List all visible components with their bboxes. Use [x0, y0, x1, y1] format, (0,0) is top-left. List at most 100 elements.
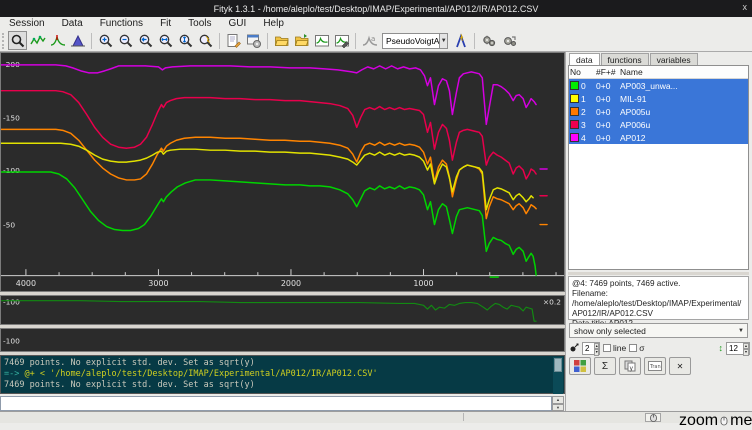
- drag-peak-mode-button[interactable]: [68, 31, 87, 50]
- point-size-spinner[interactable]: ▲▼: [582, 342, 600, 355]
- function-type-dropdown[interactable]: PseudoVoigtA ▼: [382, 33, 448, 49]
- transform-button[interactable]: Tran: [644, 357, 666, 375]
- main-plot[interactable]: 4000300020001000-200-150-100-50: [0, 52, 565, 292]
- output-command: @+ < '/home/aleplo/test/Desktop/IMAP/Exp…: [24, 369, 377, 379]
- zoom-out-button[interactable]: [116, 31, 135, 50]
- chevron-down-icon: ▼: [738, 328, 744, 334]
- table-row[interactable]: 4 0+0 AP012: [569, 131, 748, 144]
- shift-value[interactable]: [727, 343, 743, 354]
- transform-icon: Tran: [648, 361, 662, 371]
- lambda-peak-icon: [453, 33, 469, 49]
- mouse-settings-button[interactable]: [645, 413, 661, 422]
- output-scrollbar[interactable]: [553, 357, 563, 394]
- info-points: @4: 7469 points, 7469 active.: [572, 279, 745, 289]
- run-script-folder-icon: [294, 33, 310, 49]
- output-line: 7469 points. No explicit std. dev. Set a…: [4, 380, 552, 391]
- zoom-in-icon: [98, 33, 114, 49]
- dataset-color-swatch: [570, 133, 579, 142]
- toolbar-grip: [2, 33, 5, 49]
- edit-plot-button[interactable]: [332, 31, 351, 50]
- svg-text:-150: -150: [3, 113, 20, 122]
- menu-data[interactable]: Data: [62, 18, 83, 29]
- point-size-value[interactable]: [583, 343, 594, 354]
- menu-functions[interactable]: Functions: [100, 18, 143, 29]
- zoom-horizontal-button[interactable]: [156, 31, 175, 50]
- point-size-icon: [569, 343, 579, 353]
- mouse-icon: [720, 416, 728, 426]
- copy-data-button[interactable]: y: [619, 357, 641, 375]
- dataset-color-swatch: [570, 107, 579, 116]
- command-history-spinner[interactable]: ▲▼: [552, 396, 564, 411]
- sidebar-splitter[interactable]: [568, 272, 749, 275]
- open-folder-icon: [274, 33, 290, 49]
- aux-plot-1[interactable]: -100×0.2: [0, 295, 565, 325]
- zoom-all-button[interactable]: [196, 31, 215, 50]
- fit-run-button[interactable]: [479, 31, 498, 50]
- gears-settings-icon: [501, 33, 517, 49]
- menu-tools[interactable]: Tools: [188, 18, 211, 29]
- checkbox-icon[interactable]: [629, 344, 637, 352]
- zoom-out-icon: [118, 33, 134, 49]
- table-row[interactable]: 3 0+0 AP006u: [569, 118, 748, 131]
- save-image-button[interactable]: [312, 31, 331, 50]
- plot-image-icon: [314, 33, 330, 49]
- fit-settings-button[interactable]: [499, 31, 518, 50]
- data-list-header: No #F+# Name: [569, 66, 748, 79]
- sum-button[interactable]: Σ: [594, 357, 616, 375]
- command-input[interactable]: [0, 396, 552, 411]
- auto-add-peak-button[interactable]: a: [360, 31, 379, 50]
- aux-plot-2[interactable]: -100: [0, 328, 565, 352]
- zoom-vertical-button[interactable]: [176, 31, 195, 50]
- dataset-fcount: 0+0: [596, 133, 620, 143]
- data-range-mode-button[interactable]: [28, 31, 47, 50]
- col-header-name[interactable]: Name: [620, 67, 748, 77]
- table-row[interactable]: 1 0+0 MIL-91: [569, 92, 748, 105]
- dataset-color-swatch: [570, 94, 579, 103]
- delete-button[interactable]: ✕: [669, 357, 691, 375]
- gui-config-icon: [246, 33, 262, 49]
- plot-controls-row: ▲▼ line σ ↕ ▲▼: [569, 341, 750, 355]
- edit-script-button[interactable]: [224, 31, 243, 50]
- col-header-f[interactable]: #F+#: [596, 67, 620, 77]
- add-function-button[interactable]: [451, 31, 470, 50]
- shift-spinner[interactable]: ▲▼: [726, 342, 750, 355]
- data-buttons-row: Σ y Tran ✕: [569, 357, 691, 375]
- table-row[interactable]: 2 0+0 AP005u: [569, 105, 748, 118]
- col-header-no[interactable]: No: [569, 67, 596, 77]
- line-checkbox[interactable]: line: [603, 343, 626, 353]
- execute-script-button[interactable]: [292, 31, 311, 50]
- menu-help[interactable]: Help: [263, 18, 284, 29]
- magnifier-icon: [10, 33, 26, 49]
- dataset-name: AP006u: [620, 120, 748, 130]
- zoom-vertical-icon: [178, 33, 194, 49]
- right-button-hint: menu: [730, 412, 752, 430]
- menu-gui[interactable]: GUI: [229, 18, 247, 29]
- output-window[interactable]: 7469 points. No explicit std. dev. Set a…: [0, 355, 565, 394]
- dataset-info: @4: 7469 points, 7469 active. Filename: …: [568, 276, 749, 320]
- zoom-horizontal-icon: [158, 33, 174, 49]
- dataset-fcount: 0+0: [596, 94, 620, 104]
- vertical-shift-icon: ↕: [719, 343, 724, 353]
- gears-icon: [481, 33, 497, 49]
- spin-down-icon[interactable]: ▼: [552, 404, 564, 412]
- menu-session[interactable]: Session: [9, 18, 45, 29]
- show-filter-dropdown[interactable]: show only selected ▼: [569, 323, 748, 338]
- dataset-color-swatch: [570, 120, 579, 129]
- toolbar-separator: [219, 33, 220, 49]
- gui-config-button[interactable]: [244, 31, 263, 50]
- close-button[interactable]: x: [743, 2, 748, 12]
- colors-button[interactable]: [569, 357, 591, 375]
- spin-up-icon[interactable]: ▲: [552, 396, 564, 404]
- zoom-mode-button[interactable]: [8, 31, 27, 50]
- sigma-checkbox[interactable]: σ: [629, 343, 644, 353]
- menu-fit[interactable]: Fit: [160, 18, 171, 29]
- zoom-previous-button[interactable]: [136, 31, 155, 50]
- checkbox-icon[interactable]: [603, 344, 611, 352]
- line-checkbox-label: line: [613, 343, 626, 353]
- dataset-fcount: 0+0: [596, 107, 620, 117]
- scrollbar-thumb[interactable]: [554, 358, 562, 372]
- table-row[interactable]: 0 0+0 AP003_unwa...: [569, 79, 748, 92]
- zoom-in-button[interactable]: [96, 31, 115, 50]
- open-session-button[interactable]: [272, 31, 291, 50]
- add-peak-mode-button[interactable]: [48, 31, 67, 50]
